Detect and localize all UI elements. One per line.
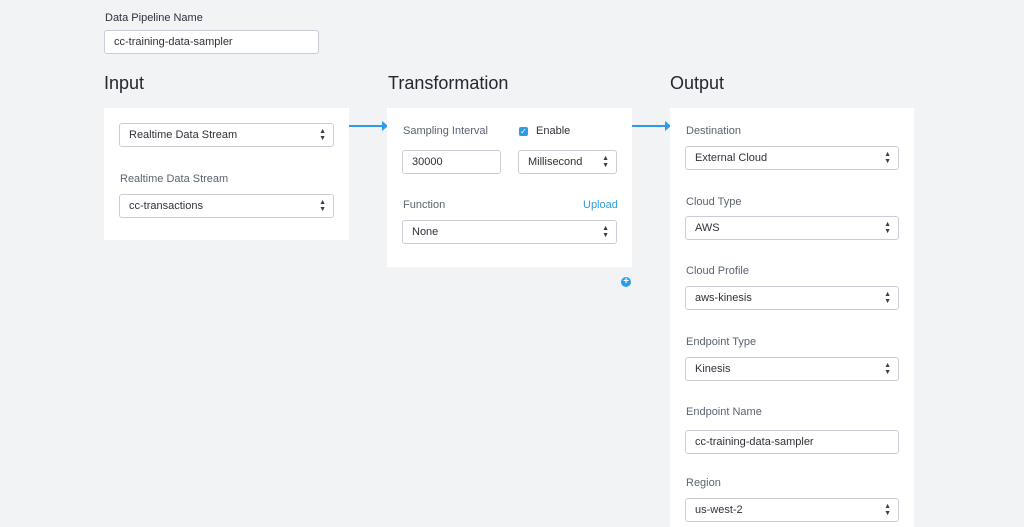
function-value: None: [412, 226, 439, 238]
transformation-section-title: Transformation: [388, 73, 509, 93]
endpoint-type-value: Kinesis: [695, 363, 731, 375]
input-to-transformation-connector: [349, 121, 388, 131]
select-caret-icon: ▲ ▼: [319, 128, 326, 142]
function-label: Function: [403, 199, 446, 211]
select-caret-icon: ▲ ▼: [884, 151, 891, 165]
endpoint-name-input[interactable]: cc-training-data-sampler: [685, 430, 899, 454]
pipeline-name-label: Data Pipeline Name: [105, 12, 203, 24]
input-stream-select[interactable]: cc-transactions ▲ ▼: [119, 194, 334, 218]
select-caret-icon: ▲ ▼: [884, 291, 891, 305]
enable-checkbox[interactable]: ✓: [519, 127, 528, 136]
region-label: Region: [686, 477, 721, 489]
region-value: us-west-2: [695, 504, 743, 516]
cloud-type-label: Cloud Type: [686, 196, 742, 208]
interval-unit-value: Millisecond: [528, 156, 583, 168]
destination-label: Destination: [686, 125, 742, 137]
output-section-title: Output: [670, 73, 725, 93]
upload-link[interactable]: Upload: [583, 199, 618, 211]
cloud-profile-select[interactable]: aws-kinesis ▲ ▼: [685, 286, 899, 310]
interval-unit-select[interactable]: Millisecond ▲ ▼: [518, 150, 617, 174]
enable-label: Enable: [536, 125, 571, 137]
select-caret-icon: ▲ ▼: [884, 503, 891, 517]
region-select[interactable]: us-west-2 ▲ ▼: [685, 498, 899, 522]
output-card: [670, 108, 914, 527]
select-caret-icon: ▲ ▼: [602, 155, 609, 169]
input-stream-label: Realtime Data Stream: [120, 173, 229, 185]
destination-value: External Cloud: [695, 152, 768, 164]
cloud-profile-label: Cloud Profile: [686, 265, 749, 277]
sampling-interval-input[interactable]: 30000: [402, 150, 501, 174]
input-source-value: Realtime Data Stream: [129, 129, 238, 141]
input-source-select[interactable]: Realtime Data Stream ▲ ▼: [119, 123, 334, 147]
pipeline-name-input[interactable]: cc-training-data-sampler: [104, 30, 319, 54]
select-caret-icon: ▲ ▼: [319, 199, 326, 213]
sampling-interval-label: Sampling Interval: [403, 125, 488, 137]
endpoint-type-label: Endpoint Type: [686, 336, 757, 348]
cloud-profile-value: aws-kinesis: [695, 292, 752, 304]
function-select[interactable]: None ▲ ▼: [402, 220, 617, 244]
destination-select[interactable]: External Cloud ▲ ▼: [685, 146, 899, 170]
cloud-type-select[interactable]: AWS ▲ ▼: [685, 216, 899, 240]
add-transformation-icon[interactable]: +: [621, 277, 631, 287]
endpoint-type-select[interactable]: Kinesis ▲ ▼: [685, 357, 899, 381]
input-section-title: Input: [104, 73, 145, 93]
transformation-to-output-connector: [632, 121, 671, 131]
select-caret-icon: ▲ ▼: [884, 362, 891, 376]
input-stream-value: cc-transactions: [129, 200, 203, 212]
endpoint-name-label: Endpoint Name: [686, 406, 762, 418]
cloud-type-value: AWS: [695, 222, 720, 234]
select-caret-icon: ▲ ▼: [602, 225, 609, 239]
select-caret-icon: ▲ ▼: [884, 221, 891, 235]
